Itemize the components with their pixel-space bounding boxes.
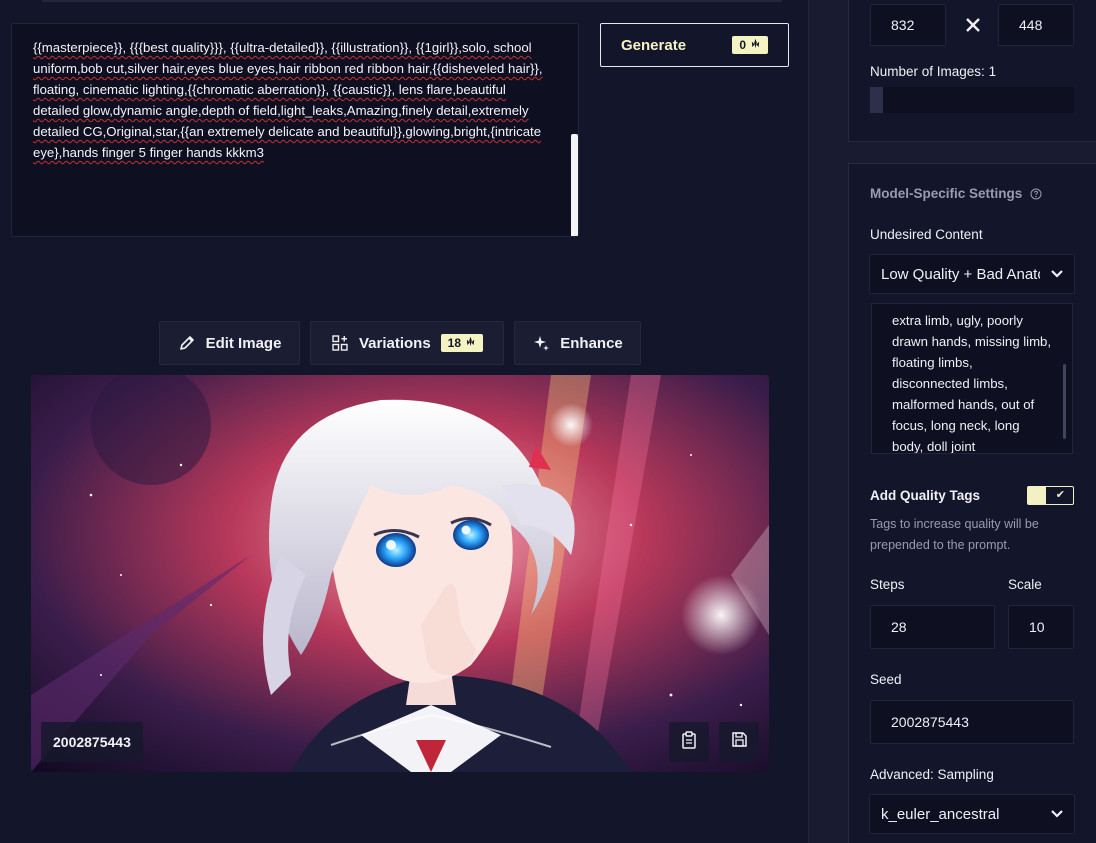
- generate-button[interactable]: Generate 0: [600, 23, 789, 67]
- model-settings-title: Model-Specific Settings: [870, 186, 1042, 203]
- generate-cost-badge: 0: [732, 36, 768, 54]
- anime-girl-illustration: [31, 375, 769, 772]
- variations-label: Variations: [358, 334, 431, 352]
- sampling-label: Advanced: Sampling: [870, 767, 994, 782]
- undesired-content-input[interactable]: extra limb, ugly, poorly drawn hands, mi…: [871, 303, 1073, 454]
- toggle-knob: [1028, 487, 1046, 504]
- generated-image[interactable]: [31, 375, 769, 772]
- sampling-value: k_euler_ancestral: [881, 805, 1000, 823]
- chevron-down-icon: [1040, 795, 1074, 833]
- width-input[interactable]: 832: [870, 4, 946, 46]
- variations-icon: [331, 334, 349, 352]
- number-of-images-value: 1: [988, 64, 997, 79]
- scale-label: Scale: [1008, 577, 1042, 592]
- quality-tags-toggle[interactable]: ✔: [1027, 486, 1074, 505]
- undesired-content-text[interactable]: extra limb, ugly, poorly drawn hands, mi…: [892, 310, 1052, 453]
- variations-cost: 18: [447, 336, 462, 350]
- undesired-content-label: Undesired Content: [870, 227, 983, 242]
- anlas-icon: [750, 38, 761, 52]
- variations-button[interactable]: Variations 18: [310, 321, 504, 365]
- variations-cost-badge: 18: [440, 334, 484, 352]
- model-settings-title-text: Model-Specific Settings: [870, 186, 1023, 201]
- copy-to-clipboard-button[interactable]: [669, 722, 709, 762]
- prompt-text[interactable]: {{masterpiece}}, {{{best quality}}}, {{u…: [33, 37, 553, 163]
- main-area: {{masterpiece}}, {{{best quality}}}, {{u…: [0, 0, 808, 843]
- save-image-button[interactable]: [719, 722, 759, 762]
- number-of-images-label: Number of Images: 1: [870, 64, 996, 79]
- enhance-button[interactable]: Enhance: [514, 321, 641, 365]
- quality-tags-label: Add Quality Tags: [870, 488, 981, 503]
- steps-input[interactable]: 28: [870, 605, 995, 649]
- height-input[interactable]: 448: [998, 4, 1074, 46]
- enhance-label: Enhance: [560, 334, 623, 352]
- seed-label: Seed: [870, 672, 902, 687]
- number-of-images-slider[interactable]: [870, 87, 1074, 113]
- clipboard-icon: [681, 730, 697, 754]
- times-icon: [962, 12, 984, 38]
- help-icon[interactable]: [1030, 188, 1042, 203]
- image-seed-label[interactable]: 2002875443: [41, 722, 143, 762]
- undesired-content-value: Low Quality + Bad Anatomy: [881, 265, 1040, 283]
- chevron-down-icon: [1040, 255, 1074, 293]
- sampling-select[interactable]: k_euler_ancestral: [869, 794, 1075, 834]
- number-of-images-text: Number of Images:: [870, 64, 985, 79]
- sparkle-icon: [532, 334, 550, 352]
- steps-label: Steps: [870, 577, 905, 592]
- anlas-icon: [465, 336, 476, 350]
- prompt-scrollbar[interactable]: [571, 134, 578, 236]
- edit-image-label: Edit Image: [205, 334, 282, 352]
- seed-input[interactable]: 2002875443: [870, 700, 1074, 744]
- number-of-images-slider-fill[interactable]: [870, 87, 883, 113]
- edit-image-button[interactable]: Edit Image: [159, 321, 300, 365]
- check-icon: ✔: [1055, 489, 1065, 501]
- prompt-input[interactable]: {{masterpiece}}, {{{best quality}}}, {{u…: [11, 23, 579, 237]
- save-icon: [731, 731, 748, 753]
- generate-cost: 0: [739, 38, 746, 52]
- pencil-icon: [178, 334, 196, 352]
- scale-input[interactable]: 10: [1008, 605, 1074, 649]
- generate-label: Generate: [621, 36, 687, 54]
- undesired-content-select[interactable]: Low Quality + Bad Anatomy: [869, 254, 1075, 294]
- undesired-content-scrollbar[interactable]: [1063, 364, 1066, 439]
- top-divider: [42, 0, 782, 2]
- quality-tags-description: Tags to increase quality will be prepend…: [870, 517, 1039, 552]
